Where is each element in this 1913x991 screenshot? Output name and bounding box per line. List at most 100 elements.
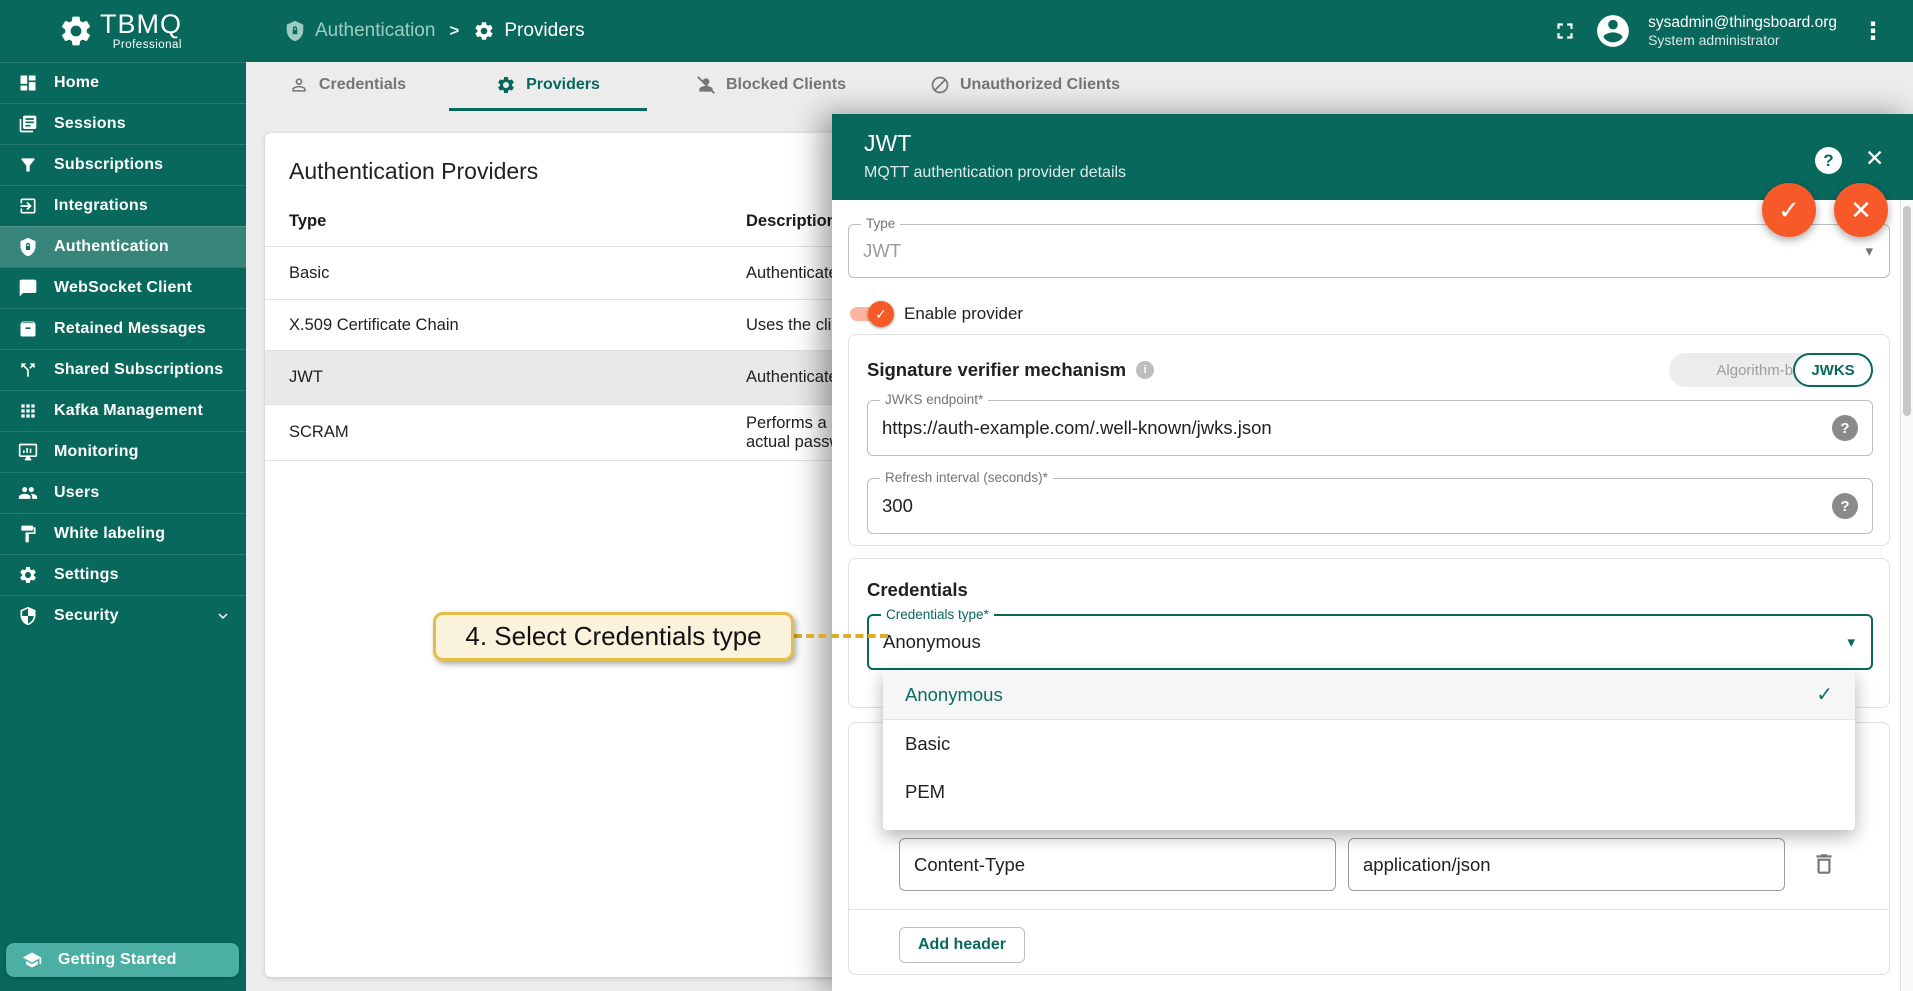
- field-label: Credentials type*: [881, 607, 994, 622]
- option-pem[interactable]: PEM: [883, 768, 1855, 816]
- column-type[interactable]: Type: [289, 212, 746, 231]
- sidebar-item-integrations[interactable]: Integrations: [0, 185, 246, 226]
- header-value-input[interactable]: [1348, 838, 1785, 891]
- signature-verifier-title: Signature verifier mechanism: [867, 359, 1127, 380]
- jwks-endpoint-input[interactable]: [868, 401, 1872, 455]
- check-icon: ✓: [875, 305, 887, 322]
- credentials-type-select[interactable]: Credentials type* Anonymous ▾: [867, 607, 1873, 670]
- breadcrumb: Authentication > Providers: [284, 20, 585, 42]
- tab-blocked-clients[interactable]: Blocked Clients: [647, 62, 895, 111]
- delete-header-icon[interactable]: [1811, 851, 1837, 877]
- integration-icon: [18, 196, 38, 216]
- enable-provider-toggle[interactable]: ✓: [848, 301, 894, 327]
- user-info: sysadmin@thingsboard.org System administ…: [1648, 13, 1837, 50]
- signature-verifier-section: Signature verifier mechanism i Algorithm…: [848, 334, 1890, 546]
- shield-lock-icon: [18, 237, 38, 257]
- check-icon: ✓: [1816, 684, 1833, 706]
- refresh-interval-field: Refresh interval (seconds)* ?: [867, 470, 1873, 534]
- tab-bar: Credentials Providers Blocked Clients Un…: [246, 62, 1913, 111]
- topbar-right: sysadmin@thingsboard.org System administ…: [1552, 12, 1913, 50]
- people-icon: [18, 483, 38, 503]
- help-icon[interactable]: ?: [1832, 415, 1858, 441]
- brand-name: TBMQ: [100, 8, 182, 39]
- annotation-connector-line: [794, 634, 888, 638]
- monitor-icon: [18, 442, 38, 462]
- apps-grid-icon: [18, 401, 38, 421]
- help-icon[interactable]: ?: [1815, 147, 1842, 174]
- tbmq-app: TBMQ Professional Authentication > Provi…: [0, 0, 1913, 991]
- chat-icon: [18, 278, 38, 298]
- avatar[interactable]: [1594, 12, 1632, 50]
- brand-edition: Professional: [112, 38, 182, 51]
- breadcrumb-separator: >: [449, 21, 460, 40]
- paint-icon: [18, 524, 38, 544]
- provider-type-select: Type JWT ▾: [848, 216, 1890, 278]
- jwks-endpoint-field: JWKS endpoint* ?: [867, 392, 1873, 456]
- verifier-segmented-control: Algorithm-based JWKS: [1669, 353, 1873, 387]
- sidebar-item-security[interactable]: Security: [0, 595, 246, 636]
- split-icon: [18, 360, 38, 380]
- sidebar-item-sessions[interactable]: Sessions: [0, 103, 246, 144]
- funnel-icon: [18, 155, 38, 175]
- sidebar-item-websocket-client[interactable]: WebSocket Client: [0, 267, 246, 308]
- gear-icon: [496, 75, 516, 95]
- breadcrumb-authentication[interactable]: Authentication: [284, 20, 435, 42]
- person-lock-icon: [289, 75, 309, 95]
- school-icon: [22, 950, 42, 970]
- divider: [849, 909, 1889, 910]
- gear-icon: [18, 565, 38, 585]
- sidebar-item-shared-subscriptions[interactable]: Shared Subscriptions: [0, 349, 246, 390]
- sidebar-item-settings[interactable]: Settings: [0, 554, 246, 595]
- drawer-scrollbar[interactable]: [1900, 200, 1913, 991]
- option-basic[interactable]: Basic: [883, 720, 1855, 768]
- jwks-option-selected[interactable]: JWKS: [1793, 353, 1873, 387]
- sidebar-item-monitoring[interactable]: Monitoring: [0, 431, 246, 472]
- credentials-title: Credentials: [867, 579, 968, 600]
- more-menu-icon[interactable]: ⋮: [1853, 17, 1893, 46]
- tbmq-logo[interactable]: TBMQ Professional: [0, 8, 246, 52]
- gear-icon: [473, 20, 495, 42]
- refresh-interval-input[interactable]: [868, 479, 1872, 533]
- tab-credentials[interactable]: Credentials: [246, 62, 449, 111]
- drawer-subtitle: MQTT authentication provider details: [864, 164, 1127, 181]
- apply-changes-button[interactable]: ✓: [1762, 183, 1816, 237]
- option-anonymous[interactable]: Anonymous ✓: [883, 670, 1855, 720]
- tab-unauthorized-clients[interactable]: Unauthorized Clients: [895, 62, 1155, 111]
- drawer-title: JWT: [864, 130, 912, 156]
- sidebar-item-authentication[interactable]: Authentication: [0, 226, 246, 267]
- discard-changes-button[interactable]: ✕: [1834, 183, 1888, 237]
- drawer-header: JWT MQTT authentication provider details…: [832, 114, 1913, 200]
- chevron-down-icon: ▾: [1847, 634, 1855, 651]
- archive-icon: [18, 319, 38, 339]
- sidebar: Home Sessions Subscriptions Integrations…: [0, 62, 246, 991]
- field-value: Anonymous: [883, 631, 981, 652]
- info-icon[interactable]: i: [1136, 361, 1155, 379]
- scrollbar-thumb[interactable]: [1903, 206, 1911, 416]
- enable-provider-row: ✓ Enable provider: [848, 300, 1023, 328]
- tab-providers[interactable]: Providers: [449, 62, 647, 111]
- sidebar-item-users[interactable]: Users: [0, 472, 246, 513]
- person-off-icon: [696, 75, 716, 95]
- sidebar-item-subscriptions[interactable]: Subscriptions: [0, 144, 246, 185]
- sidebar-item-white-labeling[interactable]: White labeling: [0, 513, 246, 554]
- help-icon[interactable]: ?: [1832, 493, 1858, 519]
- breadcrumb-providers[interactable]: Providers: [473, 20, 585, 42]
- fullscreen-icon[interactable]: [1552, 18, 1578, 44]
- dashboard-icon: [18, 73, 38, 93]
- field-value: JWT: [863, 240, 902, 261]
- shield-icon: [18, 606, 38, 626]
- sessions-icon: [18, 114, 38, 134]
- sidebar-item-home[interactable]: Home: [0, 62, 246, 103]
- credentials-type-dropdown: Anonymous ✓ Basic PEM: [883, 670, 1855, 830]
- field-label: Type: [861, 216, 901, 231]
- getting-started-button[interactable]: Getting Started: [6, 943, 239, 977]
- sidebar-item-kafka-management[interactable]: Kafka Management: [0, 390, 246, 431]
- jwt-provider-drawer: JWT MQTT authentication provider details…: [832, 114, 1913, 991]
- header-key-input[interactable]: [899, 838, 1336, 891]
- shield-lock-icon: [284, 20, 306, 42]
- add-header-button[interactable]: Add header: [899, 927, 1026, 963]
- sidebar-item-retained-messages[interactable]: Retained Messages: [0, 308, 246, 349]
- close-icon[interactable]: ✕: [1865, 145, 1884, 172]
- tbmq-logo-icon: [58, 13, 94, 49]
- close-icon: ✕: [1850, 194, 1872, 225]
